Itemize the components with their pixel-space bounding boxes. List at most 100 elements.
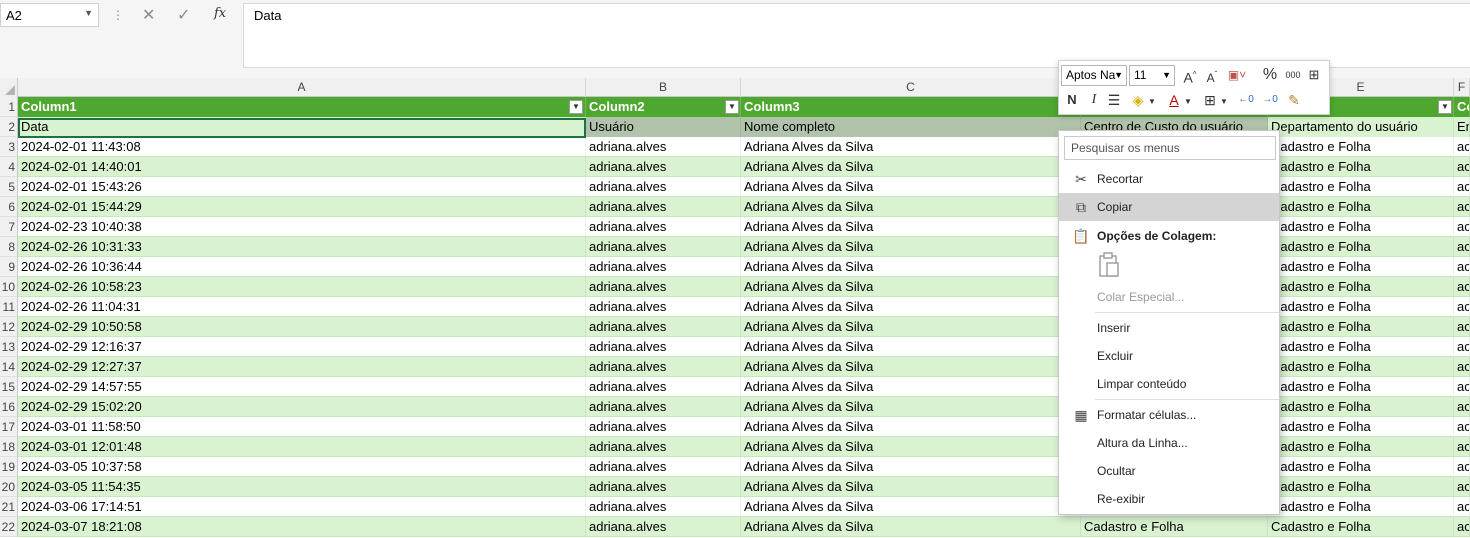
- align-center-icon[interactable]: ☰: [1105, 91, 1123, 109]
- table-header-cell[interactable]: Co: [1454, 97, 1470, 117]
- decrease-decimal-icon[interactable]: →0: [1259, 91, 1281, 109]
- table-cell[interactable]: adriana.alves: [586, 497, 741, 517]
- row-number[interactable]: 4: [0, 157, 18, 177]
- table-header-cell[interactable]: Column3: [741, 97, 1081, 117]
- table-cell[interactable]: Data: [18, 117, 586, 137]
- table-cell[interactable]: 2024-03-01 11:58:50: [18, 417, 586, 437]
- font-color-icon[interactable]: A: [1165, 91, 1183, 109]
- menu-item-unhide[interactable]: Re-exibir: [1059, 485, 1279, 513]
- table-cell[interactable]: Adriana Alves da Silva: [741, 277, 1081, 297]
- borders-icon[interactable]: ⊞: [1201, 91, 1219, 109]
- increase-decimal-icon[interactable]: ←0: [1235, 91, 1257, 109]
- row-number[interactable]: 1: [0, 97, 18, 117]
- table-cell[interactable]: adriana.alves: [586, 137, 741, 157]
- table-cell[interactable]: adriana.alves: [586, 217, 741, 237]
- table-cell[interactable]: ac: [1454, 477, 1470, 497]
- row-number[interactable]: 5: [0, 177, 18, 197]
- row-number[interactable]: 10: [0, 277, 18, 297]
- table-cell[interactable]: 2024-03-01 12:01:48: [18, 437, 586, 457]
- filter-dropdown-icon[interactable]: ▼: [725, 100, 739, 114]
- table-cell[interactable]: adriana.alves: [586, 337, 741, 357]
- row-number[interactable]: 14: [0, 357, 18, 377]
- table-cell[interactable]: 2024-02-26 10:36:44: [18, 257, 586, 277]
- row-number[interactable]: 9: [0, 257, 18, 277]
- table-cell[interactable]: Cadastro e Folha: [1268, 437, 1454, 457]
- table-cell[interactable]: 2024-02-26 10:31:33: [18, 237, 586, 257]
- row-number[interactable]: 13: [0, 337, 18, 357]
- table-cell[interactable]: adriana.alves: [586, 317, 741, 337]
- chevron-down-icon[interactable]: ▼: [1183, 93, 1193, 111]
- chevron-down-icon[interactable]: ▼: [1219, 93, 1229, 111]
- row-number[interactable]: 17: [0, 417, 18, 437]
- column-header-a[interactable]: A: [18, 78, 586, 97]
- format-painter-icon[interactable]: ✎: [1285, 91, 1303, 109]
- column-header-c[interactable]: C: [741, 78, 1081, 97]
- table-cell[interactable]: Cadastro e Folha: [1268, 297, 1454, 317]
- filter-dropdown-icon[interactable]: ▼: [1438, 100, 1452, 114]
- table-cell[interactable]: 2024-02-26 11:04:31: [18, 297, 586, 317]
- table-cell[interactable]: ac: [1454, 217, 1470, 237]
- table-cell[interactable]: Adriana Alves da Silva: [741, 137, 1081, 157]
- table-header-cell[interactable]: Column1: [18, 97, 586, 117]
- menu-item-copy[interactable]: ⧉ Copiar: [1059, 193, 1279, 221]
- table-cell[interactable]: ac: [1454, 377, 1470, 397]
- table-cell[interactable]: ac: [1454, 517, 1470, 537]
- fill-color-icon[interactable]: ◈: [1129, 91, 1147, 109]
- row-number[interactable]: 18: [0, 437, 18, 457]
- row-number[interactable]: 19: [0, 457, 18, 477]
- row-number[interactable]: 3: [0, 137, 18, 157]
- table-cell[interactable]: adriana.alves: [586, 237, 741, 257]
- font-name-select[interactable]: Aptos Na ▼: [1061, 65, 1127, 86]
- table-cell[interactable]: Adriana Alves da Silva: [741, 157, 1081, 177]
- chevron-down-icon[interactable]: ▼: [1162, 66, 1171, 85]
- table-cell[interactable]: Adriana Alves da Silva: [741, 377, 1081, 397]
- table-cell[interactable]: Adriana Alves da Silva: [741, 357, 1081, 377]
- table-cell[interactable]: Adriana Alves da Silva: [741, 477, 1081, 497]
- table-cell[interactable]: ac: [1454, 277, 1470, 297]
- table-cell[interactable]: ac: [1454, 197, 1470, 217]
- table-cell[interactable]: Adriana Alves da Silva: [741, 317, 1081, 337]
- table-cell[interactable]: Cadastro e Folha: [1268, 217, 1454, 237]
- row-number[interactable]: 6: [0, 197, 18, 217]
- table-cell[interactable]: ac: [1454, 497, 1470, 517]
- table-cell[interactable]: Cadastro e Folha: [1268, 157, 1454, 177]
- table-cell[interactable]: 2024-03-05 10:37:58: [18, 457, 586, 477]
- paste-icon[interactable]: [1097, 252, 1121, 278]
- table-cell[interactable]: ac: [1454, 357, 1470, 377]
- table-cell[interactable]: ac: [1454, 457, 1470, 477]
- insert-function-icon[interactable]: fx: [214, 6, 226, 21]
- table-cell[interactable]: ac: [1454, 237, 1470, 257]
- table-cell[interactable]: adriana.alves: [586, 437, 741, 457]
- increase-font-icon[interactable]: A^: [1181, 66, 1199, 87]
- table-cell[interactable]: Adriana Alves da Silva: [741, 217, 1081, 237]
- table-cell[interactable]: adriana.alves: [586, 177, 741, 197]
- table-cell[interactable]: adriana.alves: [586, 397, 741, 417]
- row-number[interactable]: 8: [0, 237, 18, 257]
- row-number[interactable]: 12: [0, 317, 18, 337]
- italic-button[interactable]: I: [1085, 91, 1103, 109]
- row-number[interactable]: 2: [0, 117, 18, 137]
- table-cell[interactable]: Cadastro e Folha: [1268, 277, 1454, 297]
- filter-dropdown-icon[interactable]: ▼: [569, 100, 583, 114]
- row-number[interactable]: 16: [0, 397, 18, 417]
- table-cell[interactable]: Adriana Alves da Silva: [741, 397, 1081, 417]
- row-number[interactable]: 20: [0, 477, 18, 497]
- table-header-cell[interactable]: Column2: [586, 97, 741, 117]
- table-cell[interactable]: Adriana Alves da Silva: [741, 517, 1081, 537]
- table-cell[interactable]: Cadastro e Folha: [1081, 517, 1268, 537]
- table-cell[interactable]: Cadastro e Folha: [1268, 237, 1454, 257]
- merge-cells-icon[interactable]: ⊞: [1305, 66, 1323, 84]
- table-cell[interactable]: Cadastro e Folha: [1268, 177, 1454, 197]
- menu-item-cut[interactable]: ✂ Recortar: [1059, 165, 1279, 193]
- table-cell[interactable]: adriana.alves: [586, 517, 741, 537]
- table-cell[interactable]: ac: [1454, 317, 1470, 337]
- table-cell[interactable]: 2024-02-01 14:40:01: [18, 157, 586, 177]
- table-cell[interactable]: adriana.alves: [586, 457, 741, 477]
- table-cell[interactable]: 2024-03-06 17:14:51: [18, 497, 586, 517]
- table-cell[interactable]: Adriana Alves da Silva: [741, 197, 1081, 217]
- table-cell[interactable]: Adriana Alves da Silva: [741, 437, 1081, 457]
- row-number[interactable]: 22: [0, 517, 18, 537]
- table-cell[interactable]: En: [1454, 117, 1470, 137]
- table-cell[interactable]: Adriana Alves da Silva: [741, 297, 1081, 317]
- table-cell[interactable]: ac: [1454, 137, 1470, 157]
